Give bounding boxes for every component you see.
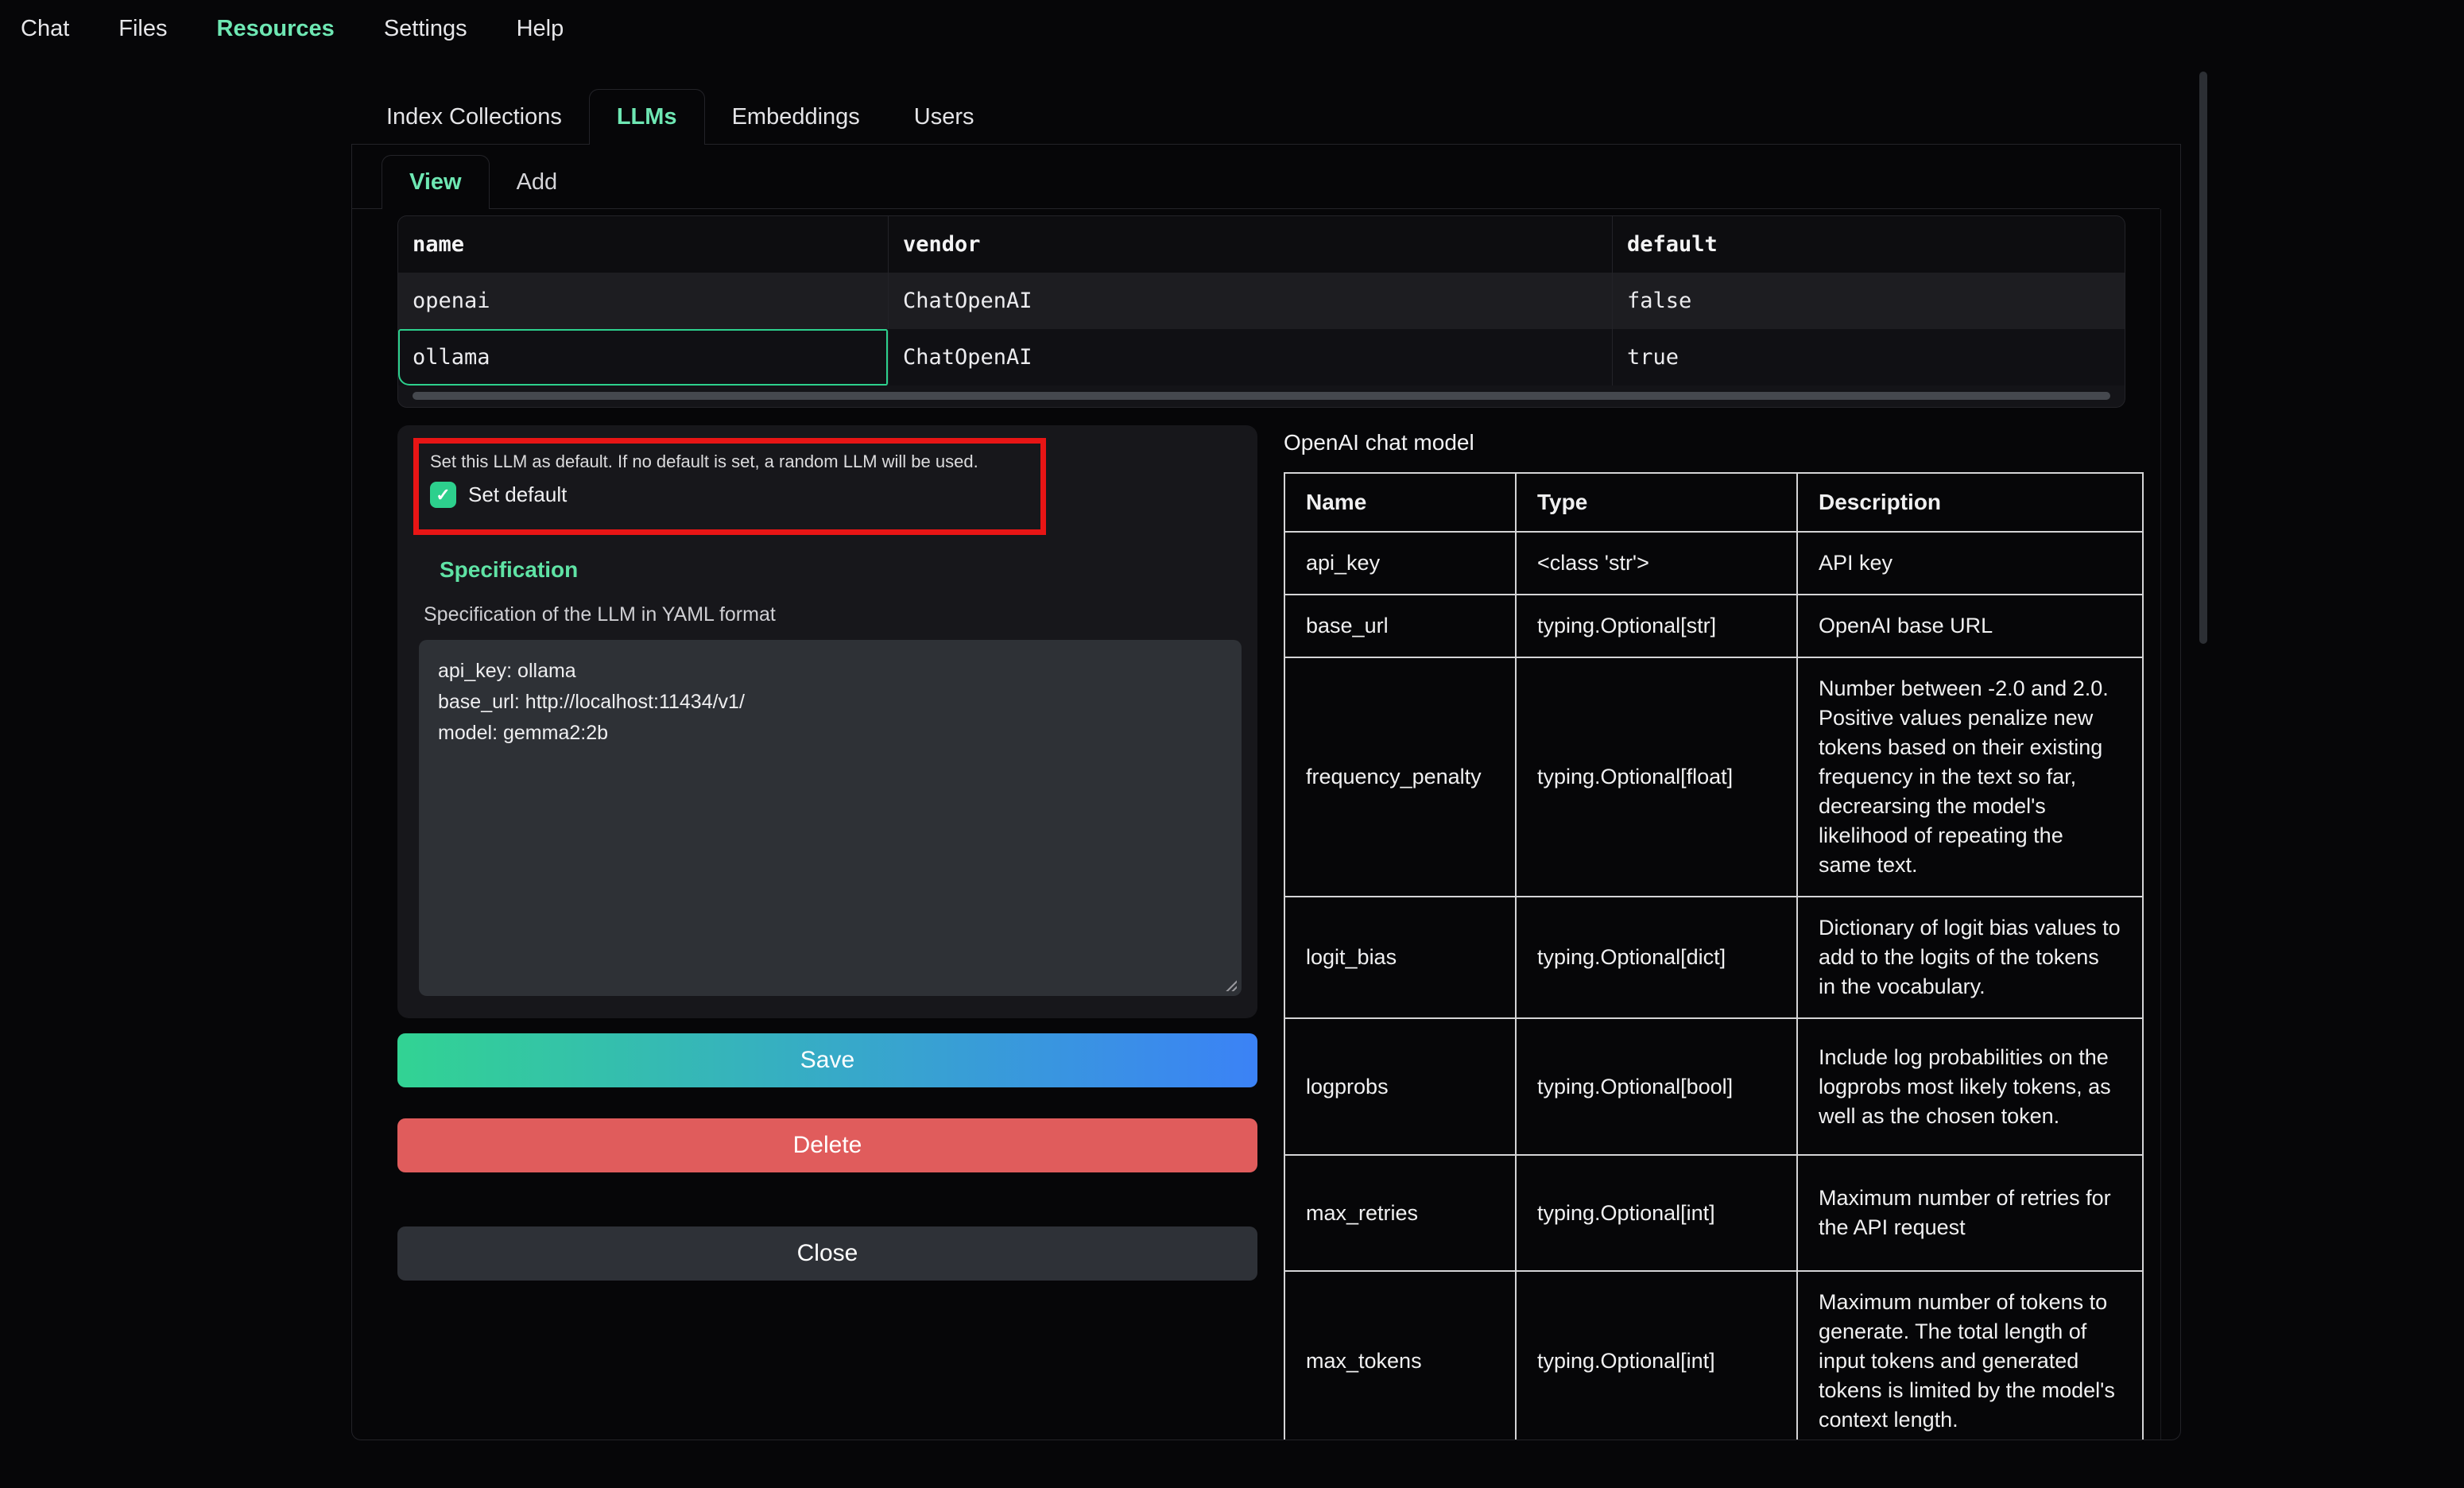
delete-button[interactable]: Delete — [397, 1118, 1257, 1172]
param-name: logit_bias — [1284, 897, 1516, 1018]
param-type: typing.Optional[dict] — [1516, 897, 1797, 1018]
top-nav: Chat Files Resources Settings Help — [0, 0, 2464, 57]
param-description: API key — [1797, 532, 2143, 595]
table-row: logit_bias typing.Optional[dict] Diction… — [1284, 897, 2143, 1018]
table-row: max_retries typing.Optional[int] Maximum… — [1284, 1155, 2143, 1271]
view-tab-content: name vendor default openai ChatOpenAI fa… — [352, 209, 2180, 1440]
params-title: OpenAI chat model — [1284, 430, 1474, 455]
param-type: typing.Optional[str] — [1516, 595, 1797, 657]
llm-cell-default: false — [1613, 273, 2125, 329]
llms-panel: View Add name vendor default openai Chat… — [351, 145, 2181, 1440]
param-name: frequency_penalty — [1284, 657, 1516, 897]
specification-subtitle: Specification of the LLM in YAML format — [424, 603, 776, 626]
save-button[interactable]: Save — [397, 1033, 1257, 1087]
content-right-border — [2160, 209, 2161, 1440]
param-description: OpenAI base URL — [1797, 595, 2143, 657]
specification-heading: Specification — [440, 557, 578, 583]
table-row: logprobs typing.Optional[bool] Include l… — [1284, 1018, 2143, 1155]
param-type: typing.Optional[int] — [1516, 1155, 1797, 1271]
nav-item-files[interactable]: Files — [118, 16, 167, 42]
param-description: Include log probabilities on the logprob… — [1797, 1018, 2143, 1155]
param-name: logprobs — [1284, 1018, 1516, 1155]
llm-col-name: name — [398, 216, 889, 273]
specification-yaml-input[interactable]: api_key: ollama base_url: http://localho… — [419, 640, 1242, 996]
param-type: typing.Optional[bool] — [1516, 1018, 1797, 1155]
set-default-label: Set default — [468, 482, 567, 507]
llm-cell-name: openai — [398, 273, 889, 329]
param-description: Dictionary of logit bias values to add t… — [1797, 897, 2143, 1018]
tab-llms[interactable]: LLMs — [589, 89, 705, 145]
params-col-name: Name — [1284, 473, 1516, 532]
llm-table-hscrollbar — [398, 386, 2125, 406]
subtab-view[interactable]: View — [382, 155, 490, 209]
llm-detail-card: Set this LLM as default. If no default i… — [397, 425, 1257, 1018]
param-type: <class 'str'> — [1516, 532, 1797, 595]
llm-cell-vendor: ChatOpenAI — [889, 329, 1613, 386]
table-row: api_key <class 'str'> API key — [1284, 532, 2143, 595]
params-header-row: Name Type Description — [1284, 473, 2143, 532]
annotation-highlight: Set this LLM as default. If no default i… — [413, 438, 1046, 535]
tab-users[interactable]: Users — [887, 90, 1001, 144]
main-tab-bar: Index Collections LLMs Embeddings Users — [351, 90, 2181, 145]
param-name: api_key — [1284, 532, 1516, 595]
table-row: frequency_penalty typing.Optional[float]… — [1284, 657, 2143, 897]
param-name: base_url — [1284, 595, 1516, 657]
set-default-row: ✓ Set default — [430, 482, 1029, 508]
llm-cell-vendor: ChatOpenAI — [889, 273, 1613, 329]
close-button[interactable]: Close — [397, 1226, 1257, 1281]
params-col-description: Description — [1797, 473, 2143, 532]
llm-table: name vendor default openai ChatOpenAI fa… — [397, 215, 2125, 408]
nav-item-help[interactable]: Help — [517, 16, 564, 42]
llm-row-openai[interactable]: openai ChatOpenAI false — [398, 273, 2125, 329]
param-description: Maximum number of tokens to generate. Th… — [1797, 1271, 2143, 1440]
tab-embeddings[interactable]: Embeddings — [705, 90, 887, 144]
llm-col-vendor: vendor — [889, 216, 1613, 273]
params-table: Name Type Description api_key <class 'st… — [1284, 472, 2144, 1440]
llm-table-header: name vendor default — [398, 216, 2125, 273]
llm-row-ollama[interactable]: ollama ChatOpenAI true — [398, 329, 2125, 386]
nav-item-settings[interactable]: Settings — [384, 16, 467, 42]
param-description: Number between -2.0 and 2.0. Positive va… — [1797, 657, 2143, 897]
tab-index-collections[interactable]: Index Collections — [359, 90, 589, 144]
hscrollbar-thumb[interactable] — [413, 392, 2110, 400]
set-default-note: Set this LLM as default. If no default i… — [430, 451, 1029, 472]
param-type: typing.Optional[int] — [1516, 1271, 1797, 1440]
subtab-add[interactable]: Add — [490, 156, 585, 208]
table-row: base_url typing.Optional[str] OpenAI bas… — [1284, 595, 2143, 657]
params-col-type: Type — [1516, 473, 1797, 532]
vertical-scrollbar-thumb[interactable] — [2199, 72, 2207, 644]
subtab-bar: View Add — [352, 145, 2160, 209]
param-name: max_tokens — [1284, 1271, 1516, 1440]
resources-section: Index Collections LLMs Embeddings Users … — [351, 90, 2181, 1440]
param-name: max_retries — [1284, 1155, 1516, 1271]
llm-cell-name-selected[interactable]: ollama — [398, 329, 889, 386]
set-default-checkbox[interactable]: ✓ — [430, 482, 456, 508]
param-description: Maximum number of retries for the API re… — [1797, 1155, 2143, 1271]
llm-col-default: default — [1613, 216, 2125, 273]
nav-item-chat[interactable]: Chat — [21, 16, 69, 42]
table-row: max_tokens typing.Optional[int] Maximum … — [1284, 1271, 2143, 1440]
param-type: typing.Optional[float] — [1516, 657, 1797, 897]
checkmark-icon: ✓ — [436, 485, 450, 506]
llm-cell-default: true — [1613, 329, 2125, 386]
nav-item-resources[interactable]: Resources — [217, 16, 335, 42]
